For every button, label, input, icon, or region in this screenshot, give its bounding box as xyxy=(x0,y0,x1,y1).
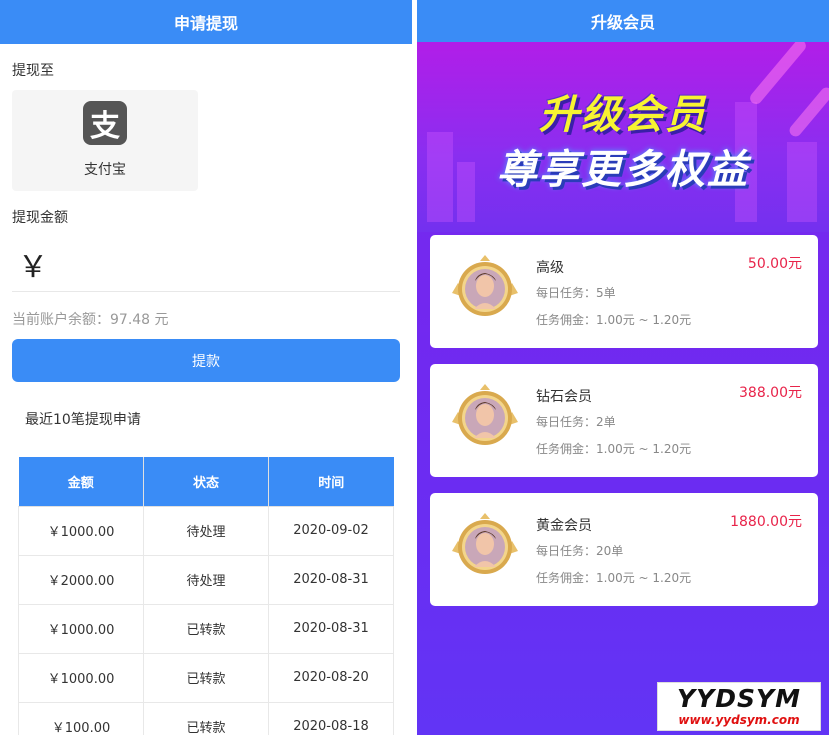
upgrade-panel: 升级会员 升级会员 尊享更多权益 高级 50.00元 每日任务：5单 任务佣金：… xyxy=(417,0,829,735)
column-header-status: 状态 xyxy=(143,457,269,507)
payment-method-alipay[interactable]: 支 支付宝 xyxy=(12,90,198,191)
table-row: ￥1000.00 已转款 2020-08-31 xyxy=(18,603,394,654)
member-avatar-badge xyxy=(452,255,518,316)
cell-amount: ￥1000.00 xyxy=(18,505,144,556)
cell-time: 2020-08-31 xyxy=(268,603,394,654)
cell-status: 待处理 xyxy=(143,554,269,605)
member-avatar-badge xyxy=(452,384,518,445)
banner-headline: 升级会员 xyxy=(539,92,707,138)
table-row: ￥2000.00 待处理 2020-08-31 xyxy=(18,554,394,605)
table-row: ￥1000.00 待处理 2020-09-02 xyxy=(18,505,394,556)
plan-daily-tasks: 每日任务：2单 xyxy=(536,415,616,429)
cell-status: 已转款 xyxy=(143,701,269,735)
membership-plan-card[interactable]: 高级 50.00元 每日任务：5单 任务佣金：1.00元 ~ 1.20元 xyxy=(430,235,818,348)
cell-amount: ￥2000.00 xyxy=(18,554,144,605)
plan-name: 黄金会员 xyxy=(536,518,592,534)
cell-time: 2020-09-02 xyxy=(268,505,394,556)
alipay-glyph: 支 xyxy=(90,109,120,144)
amount-input[interactable] xyxy=(58,243,400,284)
cell-status: 已转款 xyxy=(143,603,269,654)
plan-name: 钻石会员 xyxy=(536,389,592,405)
payment-method-name: 支付宝 xyxy=(84,162,126,178)
cell-time: 2020-08-20 xyxy=(268,652,394,703)
cell-amount: ￥1000.00 xyxy=(18,652,144,703)
cell-amount: ￥1000.00 xyxy=(18,603,144,654)
watermark-logo: YYDSYM www.yydsym.com xyxy=(657,682,821,731)
account-balance: 当前账户余额：97.48 元 xyxy=(12,312,169,328)
cell-amount: ￥100.00 xyxy=(18,701,144,735)
banner-subheadline: 尊享更多权益 xyxy=(497,147,749,193)
plan-commission: 任务佣金：1.00元 ~ 1.20元 xyxy=(536,313,692,327)
cell-time: 2020-08-18 xyxy=(268,701,394,735)
column-header-time: 时间 xyxy=(268,457,394,507)
upgrade-title: 升级会员 xyxy=(417,0,829,42)
plan-price: 1880.00元 xyxy=(730,514,802,530)
column-header-amount: 金额 xyxy=(18,457,144,507)
plan-price: 50.00元 xyxy=(747,256,802,272)
watermark-brand: YYDSYM xyxy=(677,684,801,713)
cell-status: 已转款 xyxy=(143,652,269,703)
plan-daily-tasks: 每日任务：5单 xyxy=(536,286,616,300)
cell-status: 待处理 xyxy=(143,505,269,556)
watermark-url: www.yydsym.com xyxy=(678,713,800,727)
withdraw-panel: 申请提现 提现至 支 支付宝 提现金额 ￥ 当前账户余额：97.48 元 提款 … xyxy=(0,0,412,735)
membership-plan-card[interactable]: 黄金会员 1880.00元 每日任务：20单 任务佣金：1.00元 ~ 1.20… xyxy=(430,493,818,606)
plan-price: 388.00元 xyxy=(739,385,802,401)
currency-sign: ￥ xyxy=(18,249,48,285)
plan-commission: 任务佣金：1.00元 ~ 1.20元 xyxy=(536,442,692,456)
alipay-icon: 支 xyxy=(83,101,127,145)
plan-daily-tasks: 每日任务：20单 xyxy=(536,544,624,558)
table-row: ￥1000.00 已转款 2020-08-20 xyxy=(18,652,394,703)
amount-input-row: ￥ xyxy=(12,236,400,292)
page-title: 申请提现 xyxy=(0,0,412,44)
plan-commission: 任务佣金：1.00元 ~ 1.20元 xyxy=(536,571,692,585)
membership-plan-card[interactable]: 钻石会员 388.00元 每日任务：2单 任务佣金：1.00元 ~ 1.20元 xyxy=(430,364,818,477)
withdraw-to-label: 提现至 xyxy=(12,63,54,79)
amount-label: 提现金额 xyxy=(12,210,68,226)
withdraw-button[interactable]: 提款 xyxy=(12,339,400,382)
member-avatar-badge xyxy=(452,513,518,574)
withdrawals-table: 金额 状态 时间 ￥1000.00 待处理 2020-09-02 ￥2000.0… xyxy=(18,457,394,735)
plan-name: 高级 xyxy=(536,260,564,276)
cell-time: 2020-08-31 xyxy=(268,554,394,605)
table-row: ￥100.00 已转款 2020-08-18 xyxy=(18,701,394,735)
recent-withdrawals-title: 最近10笔提现申请 xyxy=(25,412,141,428)
upgrade-banner: 升级会员 尊享更多权益 xyxy=(417,42,829,232)
